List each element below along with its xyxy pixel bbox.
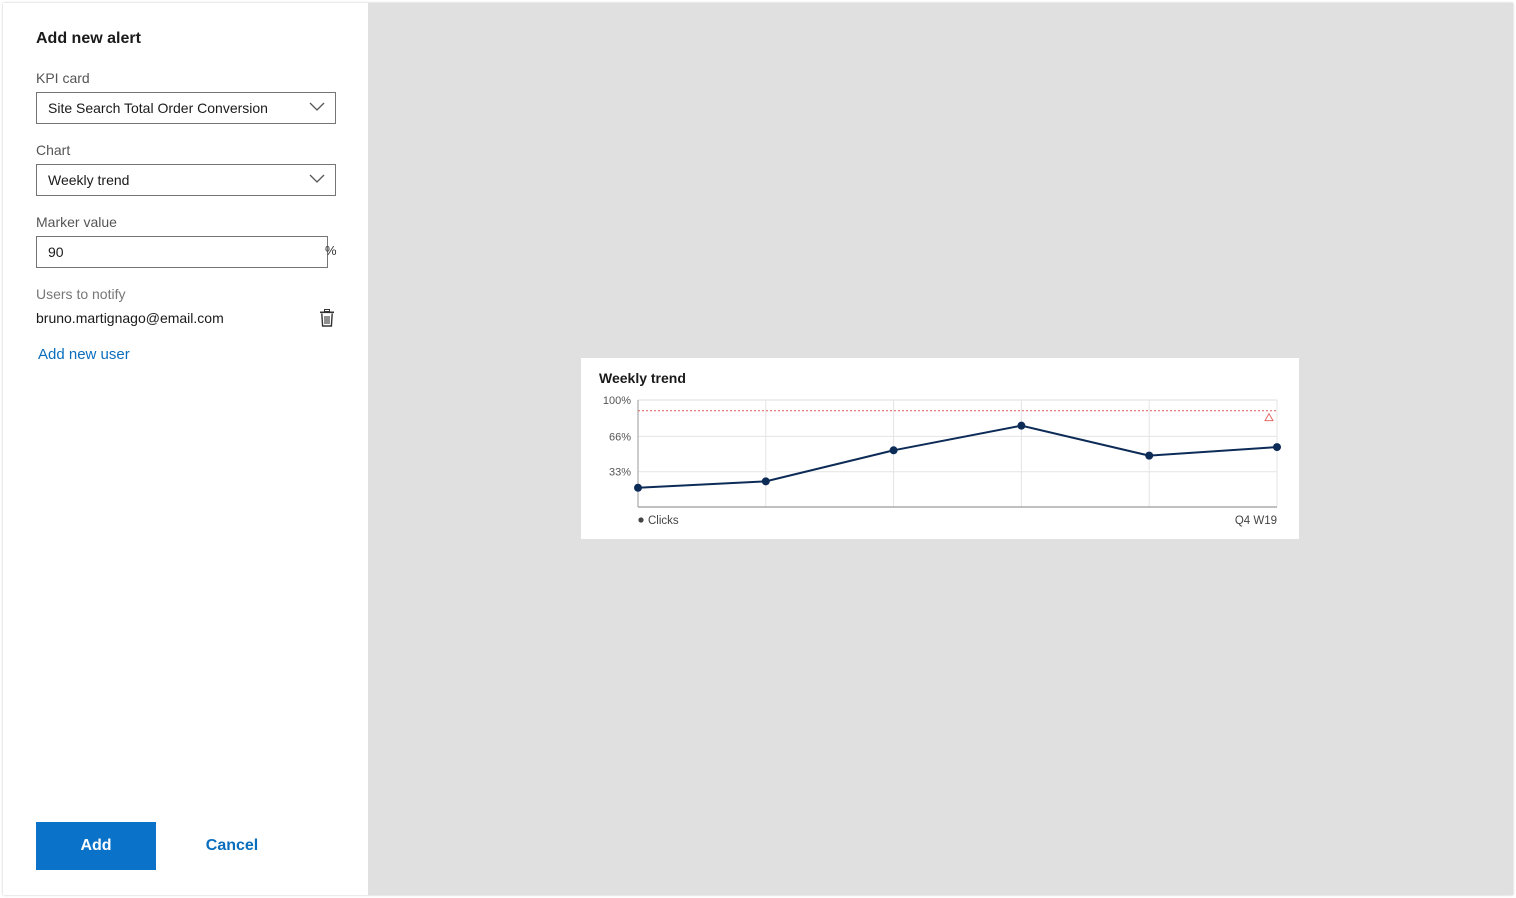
data-point bbox=[634, 483, 642, 492]
user-email: bruno.martignago@email.com bbox=[36, 310, 224, 326]
chart-preview-card: Weekly trend 100% 66% 33% Clicks Q4 W19 bbox=[581, 358, 1299, 539]
kpi-card-select[interactable]: Site Search Total Order Conversion bbox=[36, 92, 336, 124]
y-tick-label: 66% bbox=[609, 431, 631, 443]
chart-value: Weekly trend bbox=[48, 172, 130, 188]
marker-unit: % bbox=[325, 243, 337, 258]
data-point bbox=[1273, 443, 1281, 452]
y-tick-label: 100% bbox=[603, 395, 631, 407]
legend-marker bbox=[638, 517, 644, 523]
data-point bbox=[889, 446, 898, 455]
alert-dialog-frame: Add new alert KPI card Site Search Total… bbox=[3, 3, 1513, 895]
x-end-label: Q4 W19 bbox=[1235, 515, 1277, 527]
add-alert-panel: Add new alert KPI card Site Search Total… bbox=[3, 3, 368, 895]
series-line-clicks bbox=[637, 424, 1278, 489]
line-chart: 100% 66% 33% Clicks Q4 W19 bbox=[603, 395, 1281, 527]
chevron-down-icon bbox=[309, 174, 325, 183]
kpi-card-label: KPI card bbox=[36, 70, 90, 86]
chart-label: Chart bbox=[36, 142, 71, 158]
trash-icon[interactable] bbox=[319, 309, 335, 327]
cancel-button[interactable]: Cancel bbox=[193, 822, 271, 870]
panel-title: Add new alert bbox=[36, 30, 141, 47]
marker-value-input[interactable] bbox=[36, 236, 328, 268]
add-new-user-link[interactable]: Add new user bbox=[38, 346, 130, 363]
data-point bbox=[1017, 421, 1026, 430]
kpi-card-value: Site Search Total Order Conversion bbox=[48, 100, 268, 116]
users-to-notify-label: Users to notify bbox=[36, 286, 126, 302]
add-button[interactable]: Add bbox=[36, 822, 156, 870]
marker-value-label: Marker value bbox=[36, 214, 117, 230]
warning-icon bbox=[1264, 412, 1274, 422]
data-point bbox=[761, 477, 770, 486]
y-tick-label: 33% bbox=[609, 467, 631, 479]
chevron-down-icon bbox=[309, 102, 325, 111]
chart-select[interactable]: Weekly trend bbox=[36, 164, 336, 196]
legend-label: Clicks bbox=[648, 515, 679, 527]
data-point bbox=[1145, 451, 1154, 460]
